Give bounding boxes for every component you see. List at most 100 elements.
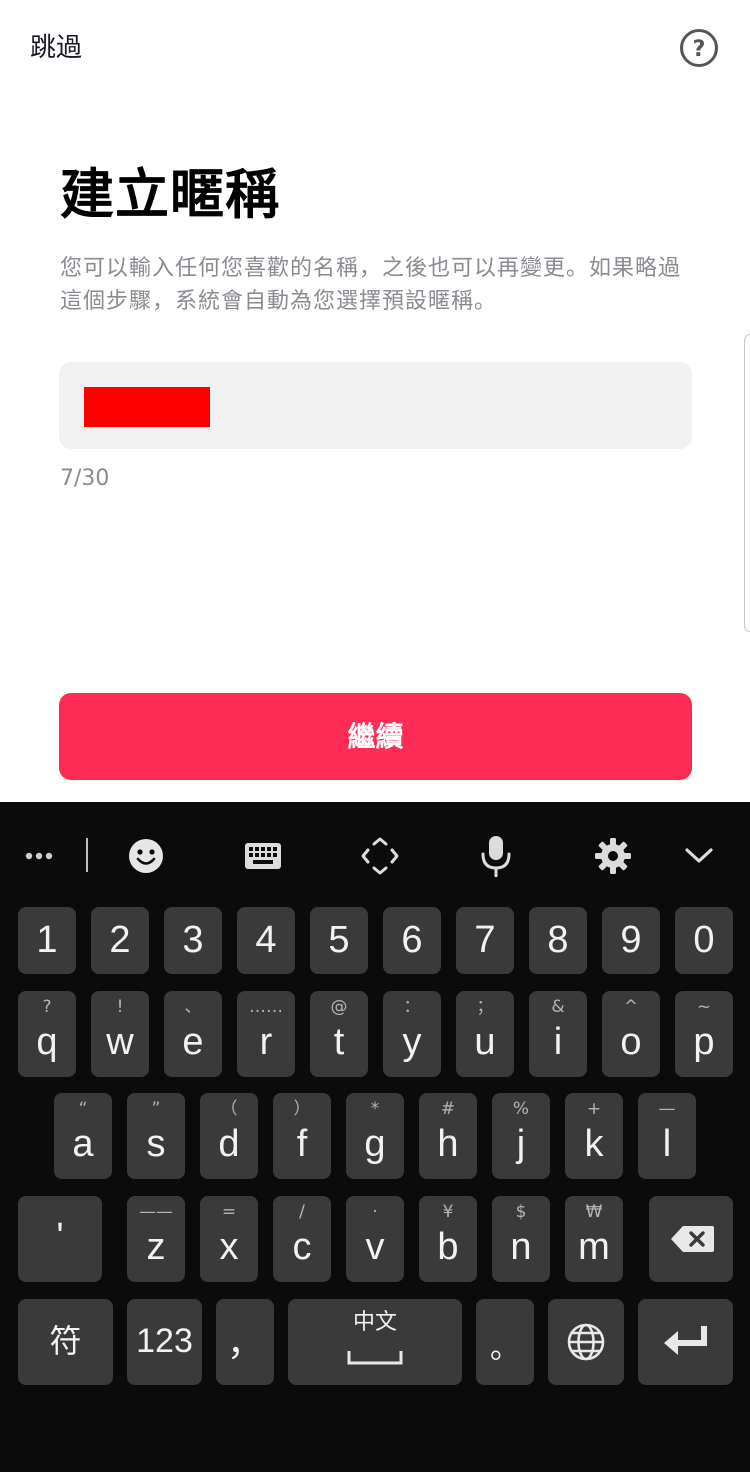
- comma-key[interactable]: ，: [216, 1299, 274, 1385]
- key-label: o: [620, 1021, 642, 1063]
- create-nickname-screen: 跳過 ? 建立暱稱 您可以輸入任何您喜歡的名稱，之後也可以再變更。如果略過這個步…: [0, 0, 750, 802]
- number-key[interactable]: 6: [383, 907, 441, 974]
- key-label: 2: [109, 919, 131, 961]
- enter-key[interactable]: [638, 1299, 733, 1385]
- number-key[interactable]: 7: [456, 907, 514, 974]
- nickname-value-redacted: [84, 387, 210, 427]
- letter-key-z[interactable]: —— z: [127, 1196, 185, 1282]
- key-hint: =: [221, 1202, 237, 1222]
- letter-key-q[interactable]: ? q: [18, 991, 76, 1077]
- number-key[interactable]: 0: [675, 907, 733, 974]
- letter-key-g[interactable]: * g: [346, 1093, 404, 1179]
- key-label: j: [516, 1123, 526, 1165]
- settings-icon[interactable]: [585, 828, 641, 884]
- keyboard-toolbar: [0, 802, 750, 906]
- key-hint: %: [512, 1099, 530, 1119]
- letter-key-a[interactable]: “a: [54, 1093, 112, 1179]
- key-hint: #: [440, 1099, 456, 1119]
- letter-key-w[interactable]: ! w: [91, 991, 149, 1077]
- key-label: t: [333, 1021, 345, 1063]
- chevron-down-icon[interactable]: [671, 828, 727, 884]
- key-hint: !: [116, 997, 124, 1017]
- more-icon[interactable]: [15, 828, 71, 884]
- letter-key-b[interactable]: ¥ b: [419, 1196, 477, 1282]
- letter-key-y[interactable]: ： y: [383, 991, 441, 1077]
- globe-icon: [566, 1322, 606, 1366]
- key-label: r: [259, 1021, 273, 1063]
- key-label: 1: [36, 919, 58, 961]
- language-key[interactable]: [548, 1299, 624, 1385]
- letter-key-f[interactable]: ） f: [273, 1093, 331, 1179]
- character-counter: 7/30: [60, 466, 110, 491]
- key-label: b: [437, 1226, 459, 1268]
- letter-key-l[interactable]: — l: [638, 1093, 696, 1179]
- key-hint: ”: [151, 1099, 161, 1119]
- letter-key-k[interactable]: + k: [565, 1093, 623, 1179]
- key-label: a: [72, 1123, 94, 1165]
- letter-key-x[interactable]: = x: [200, 1196, 258, 1282]
- skip-button[interactable]: 跳過: [30, 30, 82, 66]
- key-label: i: [553, 1021, 563, 1063]
- key-label: w: [106, 1021, 134, 1063]
- symbols-key[interactable]: 符: [18, 1299, 113, 1385]
- key-hint: ?: [42, 997, 52, 1017]
- letter-key-s[interactable]: ” s: [127, 1093, 185, 1179]
- apostrophe-key-label: ': [56, 1216, 64, 1258]
- letter-key-j[interactable]: % j: [492, 1093, 550, 1179]
- mic-icon[interactable]: [468, 828, 524, 884]
- key-label: v: [365, 1226, 385, 1268]
- scroll-handle[interactable]: [744, 334, 750, 632]
- letter-key-o[interactable]: ^ o: [602, 991, 660, 1077]
- key-label: h: [437, 1123, 459, 1165]
- number-key[interactable]: 1: [18, 907, 76, 974]
- letter-key-n[interactable]: $ n: [492, 1196, 550, 1282]
- letter-key-h[interactable]: # h: [419, 1093, 477, 1179]
- page-title: 建立暱稱: [60, 163, 280, 226]
- numbers-key[interactable]: 123: [127, 1299, 202, 1385]
- letter-key-m[interactable]: ₩ m: [565, 1196, 623, 1282]
- apostrophe-key[interactable]: ': [18, 1196, 102, 1282]
- key-label: 9: [620, 919, 642, 961]
- nickname-input[interactable]: [59, 362, 692, 449]
- keyboard-icon[interactable]: [235, 828, 291, 884]
- key-hint: ）: [293, 1099, 311, 1119]
- number-key[interactable]: 8: [529, 907, 587, 974]
- key-label: m: [578, 1226, 610, 1268]
- letter-key-d[interactable]: （d: [200, 1093, 258, 1179]
- key-label: s: [146, 1123, 166, 1165]
- key-hint: ^: [623, 997, 639, 1017]
- number-key[interactable]: 5: [310, 907, 368, 974]
- letter-key-t[interactable]: @ t: [310, 991, 368, 1077]
- key-label: k: [584, 1123, 604, 1165]
- cursor-move-icon[interactable]: [352, 828, 408, 884]
- key-label: 3: [182, 919, 204, 961]
- key-label: 8: [547, 919, 569, 961]
- number-key[interactable]: 4: [237, 907, 295, 974]
- emoji-icon[interactable]: [118, 828, 174, 884]
- help-icon[interactable]: ?: [679, 28, 719, 68]
- number-key[interactable]: 2: [91, 907, 149, 974]
- letter-key-p[interactable]: ~ p: [675, 991, 733, 1077]
- key-hint: ……: [249, 997, 283, 1017]
- key-label: z: [146, 1226, 166, 1268]
- key-label: 5: [328, 919, 350, 961]
- page-description: 您可以輸入任何您喜歡的名稱，之後也可以再變更。如果略過這個步驟，系統會自動為您選…: [60, 256, 682, 314]
- letter-key-v[interactable]: · v: [346, 1196, 404, 1282]
- letter-key-e[interactable]: 、 e: [164, 991, 222, 1077]
- key-hint: ·: [372, 1202, 378, 1222]
- period-key[interactable]: 。: [476, 1299, 534, 1385]
- continue-button[interactable]: 繼續: [59, 693, 692, 780]
- letter-key-c[interactable]: / c: [273, 1196, 331, 1282]
- key-hint: @: [330, 997, 348, 1017]
- letter-key-r[interactable]: …… r: [237, 991, 295, 1077]
- letter-key-i[interactable]: & i: [529, 991, 587, 1077]
- comma-key-label: ，: [226, 1323, 263, 1364]
- key-hint: ——: [139, 1202, 173, 1222]
- key-label: n: [510, 1226, 532, 1268]
- letter-key-u[interactable]: ； u: [456, 991, 514, 1077]
- space-bar-icon: [347, 1349, 403, 1369]
- backspace-key[interactable]: [649, 1196, 733, 1282]
- space-key[interactable]: 中文: [288, 1299, 462, 1385]
- number-key[interactable]: 9: [602, 907, 660, 974]
- number-key[interactable]: 3: [164, 907, 222, 974]
